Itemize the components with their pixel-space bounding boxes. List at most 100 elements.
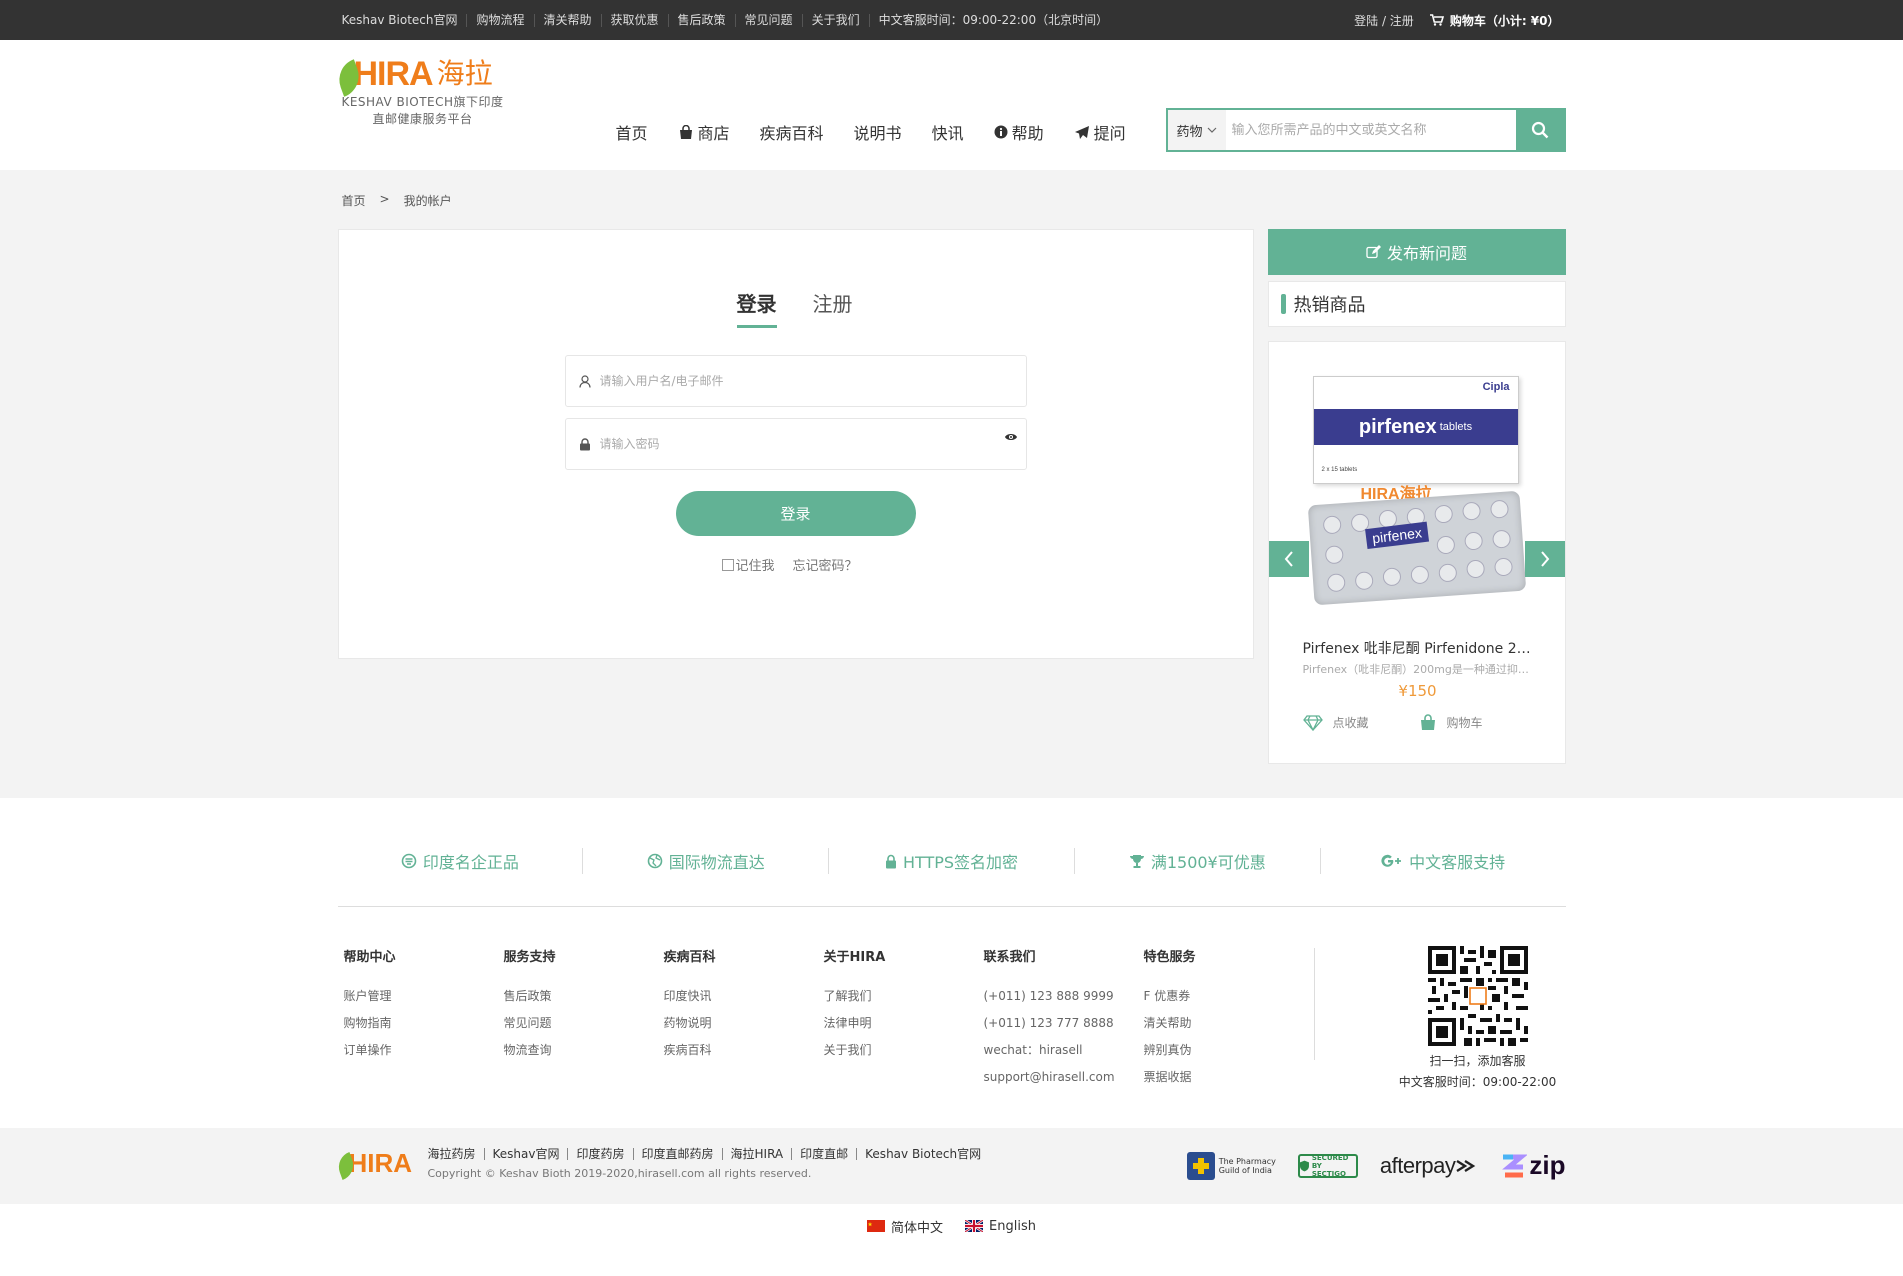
site-logo[interactable]: HIRA 海拉 KESHAV BIOTECH旗下印度直邮健康服务平台: [332, 52, 508, 128]
feature-discount: 满1500¥可优惠: [1075, 848, 1321, 874]
feature-chinese-support: 中文客服支持: [1321, 848, 1566, 874]
info-circle-icon: [994, 125, 1008, 139]
footer-col-about: 关于HIRA 了解我们 法律申明 关于我们: [824, 946, 886, 1064]
product-name[interactable]: Pirfenex 吡非尼酮 Pirfenidone 200mg: [1303, 638, 1533, 658]
top-link-get-discount[interactable]: 获取优惠: [602, 13, 669, 27]
lang-zh[interactable]: 简体中文: [867, 1217, 943, 1236]
add-to-cart-button[interactable]: 购物车: [1419, 714, 1483, 731]
qr-caption: 扫一扫，添加客服: [1429, 1054, 1526, 1068]
footer-link[interactable]: 印度快讯: [664, 983, 716, 1010]
footer-bottom-link[interactable]: 印度直邮药房: [634, 1148, 723, 1160]
footer-col-special: 特色服务 F 优惠券 清关帮助 辨别真伪 票据收据: [1144, 946, 1196, 1091]
diamond-icon: [1302, 714, 1323, 731]
footer-logo[interactable]: HIRA: [333, 1148, 412, 1181]
footer-link[interactable]: 辨别真伪: [1144, 1037, 1196, 1064]
qr-service-hours: 中文客服时间：09:00-22:00: [1398, 1075, 1557, 1089]
top-link-faq[interactable]: 常见问题: [736, 13, 803, 27]
carousel-prev-button[interactable]: [1268, 541, 1309, 577]
footer-link[interactable]: 订单操作: [344, 1037, 396, 1064]
pharmacy-guild-badge: The Pharmacy Guild of India: [1186, 1151, 1276, 1180]
footer-bottom-link[interactable]: Keshav官网: [485, 1148, 569, 1160]
blister-pack-graphic: pirfenex: [1307, 490, 1526, 606]
footer-col-contact: 联系我们 (+011) 123 888 9999 (+011) 123 777 …: [984, 946, 1115, 1091]
footer-link[interactable]: 售后政策: [504, 983, 556, 1010]
footer-col-help: 帮助中心 账户管理 购物指南 订单操作: [344, 946, 396, 1064]
lang-en[interactable]: English: [965, 1219, 1036, 1234]
product-price: ¥150: [1398, 682, 1437, 700]
footer-link[interactable]: 购物指南: [344, 1010, 396, 1037]
show-password-eye-icon[interactable]: [1004, 431, 1018, 446]
favorite-button[interactable]: 点收藏: [1302, 714, 1369, 731]
nav-shop[interactable]: 商店: [678, 120, 730, 144]
footer-link[interactable]: 物流查询: [504, 1037, 556, 1064]
footer-col-title: 疾病百科: [663, 950, 716, 965]
footer-bottom-link[interactable]: 海拉药房: [428, 1148, 485, 1160]
copyright-bar: HIRA 海拉药房 Keshav官网 印度药房 印度直邮药房 海拉HIRA 印度…: [0, 1128, 1903, 1204]
top-link-customs-help[interactable]: 清关帮助: [535, 13, 602, 27]
product-card[interactable]: Cipla pirfenex tablets 2 x 15 tablets HI…: [1267, 341, 1566, 764]
footer-bottom-links: 海拉药房 Keshav官网 印度药房 印度直邮药房 海拉HIRA 印度直邮 Ke…: [428, 1148, 990, 1160]
footer-bottom-link[interactable]: 印度药房: [568, 1148, 634, 1160]
qr-block: 扫一扫，添加客服 中文客服时间：09:00-22:00: [1388, 946, 1568, 1090]
forgot-password-link[interactable]: 忘记密码？: [793, 555, 858, 574]
footer-link[interactable]: 票据收据: [1144, 1064, 1196, 1091]
search-category-select[interactable]: 药物: [1167, 110, 1226, 150]
shield-icon: [1299, 1160, 1309, 1171]
cart-icon: [1429, 14, 1444, 26]
footer-link[interactable]: F 优惠券: [1144, 983, 1196, 1010]
login-button[interactable]: 登录: [675, 491, 916, 536]
language-switcher: 简体中文 English: [0, 1204, 1903, 1248]
footer-col-service: 服务支持 售后政策 常见问题 物流查询: [504, 946, 556, 1064]
search-input[interactable]: [1225, 110, 1516, 150]
remember-me-checkbox[interactable]: 记住我: [721, 555, 775, 574]
footer-link[interactable]: 疾病百科: [664, 1037, 716, 1064]
tab-login[interactable]: 登录: [736, 288, 777, 328]
tab-register[interactable]: 注册: [813, 288, 853, 328]
product-image[interactable]: Cipla pirfenex tablets 2 x 15 tablets HI…: [1307, 376, 1526, 606]
footer-link[interactable]: 常见问题: [504, 1010, 556, 1037]
footer-link[interactable]: 清关帮助: [1144, 1010, 1196, 1037]
globe-icon: [647, 853, 662, 869]
breadcrumb-current: 我的帐户: [403, 194, 452, 208]
footer-bottom-link[interactable]: 海拉HIRA: [723, 1148, 793, 1160]
paper-plane-icon: [1074, 125, 1089, 139]
chevron-down-icon: [1207, 127, 1216, 133]
breadcrumb-home[interactable]: 首页: [342, 192, 366, 209]
login-options: 记住我 忘记密码？: [721, 555, 858, 574]
new-question-button[interactable]: 发布新问题: [1267, 229, 1566, 275]
nav-disease-wiki[interactable]: 疾病百科: [760, 120, 824, 144]
logo-brand-cn: 海拉: [436, 57, 493, 90]
nav-home[interactable]: 首页: [616, 120, 648, 144]
search-icon: [1531, 121, 1548, 139]
top-cart-link[interactable]: 购物车（小计: ¥0）: [1429, 12, 1560, 29]
breadcrumb: 首页 > 我的帐户: [342, 192, 452, 209]
nav-help[interactable]: 帮助: [994, 120, 1044, 144]
login-register-link[interactable]: 登陆 / 注册: [1354, 12, 1414, 29]
nav-ask[interactable]: 提问: [1074, 120, 1126, 144]
footer-links: 帮助中心 账户管理 购物指南 订单操作 服务支持 售后政策 常见问题 物流查询 …: [338, 908, 1566, 1128]
footer-link[interactable]: 了解我们: [824, 983, 886, 1010]
blister-label: pirfenex: [1364, 521, 1429, 550]
breadcrumb-separator: >: [379, 192, 390, 206]
footer-link[interactable]: 关于我们: [824, 1037, 886, 1064]
nav-news[interactable]: 快讯: [932, 120, 964, 144]
contact-email[interactable]: support@hirasell.com: [984, 1064, 1115, 1091]
top-link-keshav[interactable]: Keshav Biotech官网: [338, 13, 468, 27]
footer-bottom-link[interactable]: 印度直邮: [792, 1148, 858, 1160]
top-link-after-sales[interactable]: 售后政策: [669, 13, 736, 27]
main-area: 首页 > 我的帐户 登录 注册 请输入用户名/电子邮件 登录 记住我 忘记密码？…: [0, 170, 1903, 798]
product-description: Pirfenex（吡非尼酮）200mg是一种通过抑制纤维化的药物: [1302, 663, 1533, 676]
footer-bottom-link[interactable]: Keshav Biotech官网: [857, 1148, 989, 1160]
nav-manual[interactable]: 说明书: [854, 120, 902, 144]
footer-link[interactable]: 法律申明: [824, 1010, 886, 1037]
box-brand: Cipla: [1482, 381, 1510, 393]
footer-link[interactable]: 账户管理: [344, 983, 396, 1010]
top-link-shopping-flow[interactable]: 购物流程: [467, 13, 535, 27]
carousel-next-button[interactable]: [1524, 541, 1565, 577]
footer-link[interactable]: 药物说明: [664, 1010, 716, 1037]
password-input[interactable]: [599, 437, 1026, 451]
username-input[interactable]: [599, 374, 1026, 388]
top-link-about[interactable]: 关于我们: [803, 13, 870, 27]
zip-mark-icon: [1502, 1154, 1528, 1177]
search-button[interactable]: [1515, 110, 1564, 150]
